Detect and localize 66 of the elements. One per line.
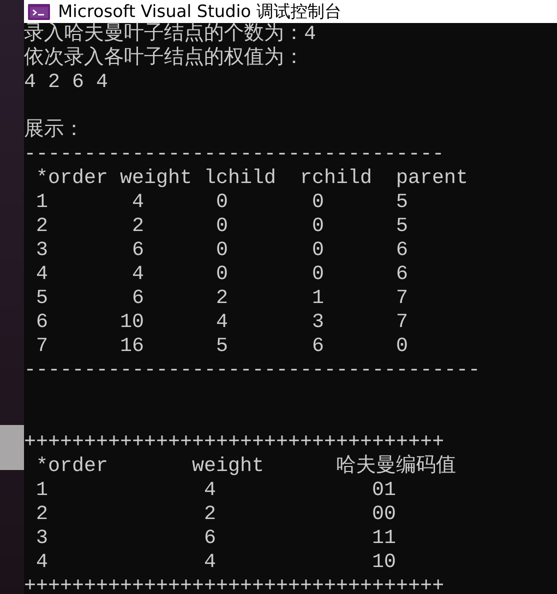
table-cell-text: 0 bbox=[312, 215, 326, 239]
table-cell-text: 0 bbox=[396, 335, 410, 359]
table-cell-text: 6 bbox=[312, 335, 326, 359]
table-cell-text: 2 bbox=[216, 287, 230, 311]
table-cell-text: 4 bbox=[36, 263, 50, 287]
table-cell-text: 4 bbox=[36, 551, 50, 575]
table-cell-text: 4 bbox=[130, 191, 144, 215]
table-cell-text: 1 bbox=[36, 191, 50, 215]
table-cell-text: 3 bbox=[36, 527, 50, 551]
table-cell-text: 2 bbox=[130, 215, 144, 239]
table-cell-text: 11 bbox=[372, 527, 398, 551]
column-header: 哈夫曼编码值 bbox=[336, 455, 457, 479]
table-cell-text: 1 bbox=[312, 287, 326, 311]
table-cell-text: 3 bbox=[36, 239, 50, 263]
table-cell-text: 01 bbox=[372, 479, 398, 503]
table-cell-text: 6 bbox=[396, 263, 410, 287]
table-cell-text: 10 bbox=[372, 551, 398, 575]
table-cell-text: 6 bbox=[130, 239, 144, 263]
console-text: 依次录入各叶子结点的权值为： bbox=[24, 47, 304, 71]
table-cell-text: 5 bbox=[396, 191, 410, 215]
table-cell-text: 0 bbox=[216, 263, 230, 287]
table-cell-text: 16 bbox=[118, 335, 144, 359]
table-cell-text: 2 bbox=[36, 503, 50, 527]
table-cell-text: 5 bbox=[396, 215, 410, 239]
table-cell-text: 7 bbox=[396, 287, 410, 311]
table-cell-text: 0 bbox=[312, 263, 326, 287]
table-cell-text: 4 bbox=[204, 551, 218, 575]
table-cell-text: 5 bbox=[216, 335, 230, 359]
table-cell-text: 00 bbox=[372, 503, 398, 527]
table-cell-text: 4 bbox=[204, 479, 218, 503]
console-text: 4 2 6 4 bbox=[24, 71, 108, 95]
table-cell-text: 4 bbox=[130, 263, 144, 287]
column-header: weight bbox=[192, 455, 264, 479]
table-cell-text: 0 bbox=[312, 191, 326, 215]
table-cell-text: 7 bbox=[396, 311, 410, 335]
table-cell-text: 6 bbox=[204, 527, 218, 551]
table-cell-text: 3 bbox=[312, 311, 326, 335]
table-cell-text: 2 bbox=[204, 503, 218, 527]
table-cell-text: 2 bbox=[36, 215, 50, 239]
table-cell-text: 0 bbox=[312, 239, 326, 263]
table-cell-text: 1 bbox=[36, 479, 50, 503]
divider-line: +++++++++++++++++++++++++++++++++++ bbox=[24, 575, 444, 594]
table-cell-text: 6 bbox=[396, 239, 410, 263]
divider-line: +++++++++++++++++++++++++++++++++++ bbox=[24, 431, 444, 454]
console-text: 录入哈夫曼叶子结点的个数为：4 bbox=[24, 23, 316, 46]
window-title: Microsoft Visual Studio 调试控制台 bbox=[58, 1, 342, 22]
table-cell-text: 6 bbox=[130, 287, 144, 311]
table-cell-text: 0 bbox=[216, 239, 230, 263]
table-cell-text: 5 bbox=[36, 287, 50, 311]
table-cell-text: 7 bbox=[36, 335, 50, 359]
divider-line: ----------------------------------- bbox=[24, 143, 444, 167]
divider-line: -------------------------------------- bbox=[24, 359, 480, 383]
section-label: 展示： bbox=[24, 119, 84, 143]
table-cell-text: 6 bbox=[36, 311, 50, 335]
column-header: rchild bbox=[300, 167, 372, 191]
column-header: parent bbox=[396, 167, 468, 191]
console-app-icon bbox=[28, 4, 50, 20]
column-header: weight bbox=[120, 167, 192, 191]
table-cell-text: 10 bbox=[118, 311, 144, 335]
column-header: lchild bbox=[204, 167, 276, 191]
window-edge bbox=[0, 425, 24, 470]
table-cell-text: 4 bbox=[216, 311, 230, 335]
column-header: *order bbox=[36, 455, 108, 479]
table-cell-text: 0 bbox=[216, 215, 230, 239]
table-cell-text: 0 bbox=[216, 191, 230, 215]
column-header: *order bbox=[36, 167, 108, 191]
